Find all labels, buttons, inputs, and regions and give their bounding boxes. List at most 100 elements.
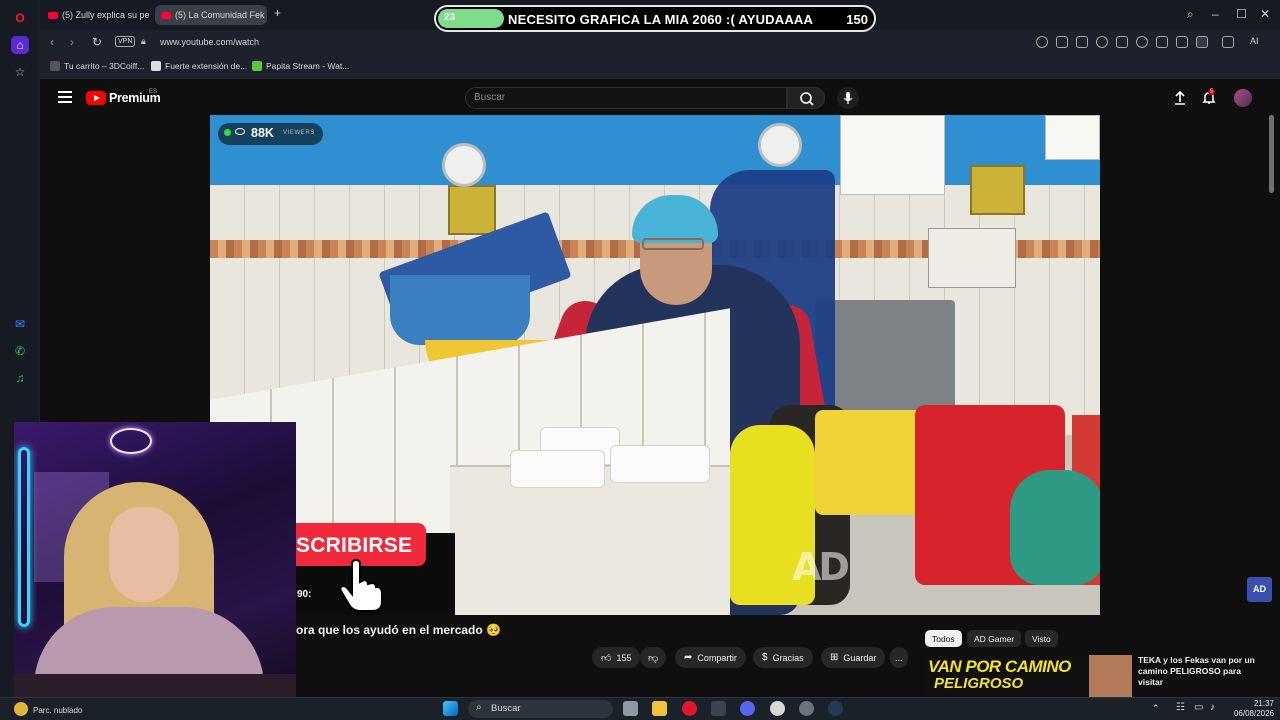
windows-start-icon[interactable] xyxy=(443,701,458,716)
close-icon[interactable]: ✕ xyxy=(1260,7,1270,21)
chip-watched[interactable]: Visto xyxy=(1025,630,1058,647)
star-icon[interactable]: ☆ xyxy=(11,63,29,81)
subscribe-overlay-timer: 90: xyxy=(297,589,312,600)
thumbnail-image xyxy=(1089,655,1132,697)
search-placeholder: Buscar xyxy=(474,92,506,103)
heart-icon[interactable] xyxy=(1136,36,1148,48)
video-title: ora que los ayudó en el mercado 🥺 xyxy=(296,623,501,637)
like-button[interactable]: 👍︎ 155 xyxy=(592,647,641,668)
network-icon[interactable]: ☷ xyxy=(1176,702,1185,713)
recommendation-thumbnail[interactable]: VAN POR CAMINO PELIGROSO xyxy=(924,655,1132,697)
weather-text[interactable]: Parc. nublado xyxy=(33,706,82,715)
viewers-label: VIEWERS xyxy=(283,130,315,136)
monitor-icon[interactable]: ▭ xyxy=(1194,702,1203,713)
home-icon[interactable]: ⌂ xyxy=(11,36,29,54)
save-icon: ⊞ xyxy=(830,652,839,663)
video-scene xyxy=(448,185,496,235)
search-input[interactable] xyxy=(465,87,787,109)
steam-icon[interactable] xyxy=(828,701,843,716)
youtube-icon xyxy=(48,11,58,19)
thumbnail-text: PELIGROSO xyxy=(934,675,1024,692)
thumbnail-text: VAN POR CAMINO xyxy=(928,657,1071,676)
taskbar-clock[interactable]: 21:37 06/08/2026 xyxy=(1226,699,1274,719)
whatsapp-icon[interactable]: ✆ xyxy=(11,342,29,360)
extensions-icon[interactable] xyxy=(1222,36,1234,48)
volume-icon[interactable]: ♪ xyxy=(1210,702,1215,713)
url-field[interactable]: www.youtube.com/watch xyxy=(160,37,259,47)
share-button[interactable]: ➦ Compartir xyxy=(675,647,746,668)
chatgpt-icon[interactable] xyxy=(770,701,785,716)
file-explorer-icon[interactable] xyxy=(652,701,667,716)
settings-icon[interactable] xyxy=(799,701,814,716)
spotify-icon[interactable]: ♫ xyxy=(11,369,29,387)
page-scrollbar[interactable] xyxy=(1269,115,1275,695)
streamer-webcam xyxy=(14,422,296,709)
more-actions-button[interactable]: ... xyxy=(890,647,908,668)
messenger-icon[interactable]: ✉ xyxy=(11,315,29,333)
youtube-logo-icon[interactable] xyxy=(86,91,106,105)
reload-icon[interactable]: ↻ xyxy=(92,35,102,49)
bookmark-item[interactable]: Papita Stream - Wat... xyxy=(252,61,349,71)
shield-icon[interactable] xyxy=(1096,36,1108,48)
voice-search-button[interactable] xyxy=(837,87,859,109)
chip-all[interactable]: Todos xyxy=(925,630,962,647)
chip-ad-gamer[interactable]: AD Gamer xyxy=(967,630,1022,647)
vpn-badge[interactable]: VPN xyxy=(115,36,136,47)
weather-icon[interactable] xyxy=(14,702,28,716)
goal-target: 150 xyxy=(846,12,868,27)
opera-logo-icon[interactable]: O xyxy=(11,9,29,27)
bookmark-item[interactable]: Tu carrito – 3DCoiff... xyxy=(50,61,144,71)
menu-icon[interactable] xyxy=(1176,36,1188,48)
download-icon[interactable] xyxy=(1156,36,1168,48)
discord-icon[interactable] xyxy=(740,701,755,716)
bookmark-label: Fuerte extensión de... xyxy=(165,61,248,71)
live-dot-icon xyxy=(224,129,231,136)
tab-zully[interactable]: (5) Zully explica su pelea c xyxy=(42,5,150,25)
upload-icon[interactable] xyxy=(1172,90,1188,106)
play-icon[interactable] xyxy=(1116,36,1128,48)
screen: O ⌂ ☆ ✉ ✆ ♫ (5) Zully explica su pelea c… xyxy=(0,0,1280,720)
hamburger-menu-icon[interactable] xyxy=(58,91,72,103)
profile-icon[interactable] xyxy=(1196,36,1208,48)
camera-icon[interactable] xyxy=(1076,36,1088,48)
save-button[interactable]: ⊞ Guardar xyxy=(821,647,886,668)
hand-cursor-icon xyxy=(339,558,383,612)
edit-icon[interactable] xyxy=(1056,36,1068,48)
video-scene xyxy=(840,115,945,195)
goal-message: NECESITO GRAFICA LA MIA 2060 :( AYUDAAAA xyxy=(508,12,814,27)
zoom-icon[interactable] xyxy=(1036,36,1048,48)
task-view-icon[interactable] xyxy=(623,701,638,716)
neon-planet-icon xyxy=(110,428,152,454)
video-scene xyxy=(510,450,605,488)
new-tab-button[interactable]: + xyxy=(274,6,281,20)
search-icon xyxy=(800,92,814,106)
bookmark-favicon-icon xyxy=(151,61,161,71)
minimize-icon[interactable]: – xyxy=(1212,7,1219,21)
avatar[interactable] xyxy=(1234,89,1252,107)
app-icon[interactable] xyxy=(711,701,726,716)
viewers-count: 88K xyxy=(251,126,274,140)
thanks-label: Gracias xyxy=(772,652,804,663)
clock-date: 06/08/2026 xyxy=(1233,709,1274,718)
recommendation-title[interactable]: TEKA y los Fekas van por un camino PELIG… xyxy=(1138,655,1268,688)
opera-icon[interactable] xyxy=(682,701,697,716)
eye-icon xyxy=(235,128,245,135)
thanks-button[interactable]: $ Gracias xyxy=(753,647,813,668)
lock-icon[interactable]: 🔒︎ xyxy=(141,36,146,47)
back-icon[interactable]: ‹ xyxy=(50,35,54,49)
forward-icon[interactable]: › xyxy=(70,35,74,49)
taskbar-search[interactable] xyxy=(468,700,613,718)
maximize-icon[interactable]: ☐ xyxy=(1236,7,1247,21)
ai-button[interactable]: AI xyxy=(1250,36,1259,46)
search-tabs-icon[interactable]: ⌕ xyxy=(1187,7,1194,22)
tray-chevron-icon[interactable]: ⌃ xyxy=(1152,703,1160,714)
video-scene xyxy=(610,445,710,483)
tab-comunidad[interactable]: (5) La Comunidad Fek xyxy=(155,5,267,25)
thumbs-down-icon: 👎︎ xyxy=(648,652,659,664)
bookmark-item[interactable]: Fuerte extensión de... xyxy=(151,61,247,71)
video-scene xyxy=(815,300,955,410)
video-scene xyxy=(928,228,1016,288)
goal-current: 23 xyxy=(444,12,456,23)
search-button[interactable] xyxy=(787,87,825,109)
dislike-button[interactable]: 👎︎ xyxy=(640,647,667,668)
